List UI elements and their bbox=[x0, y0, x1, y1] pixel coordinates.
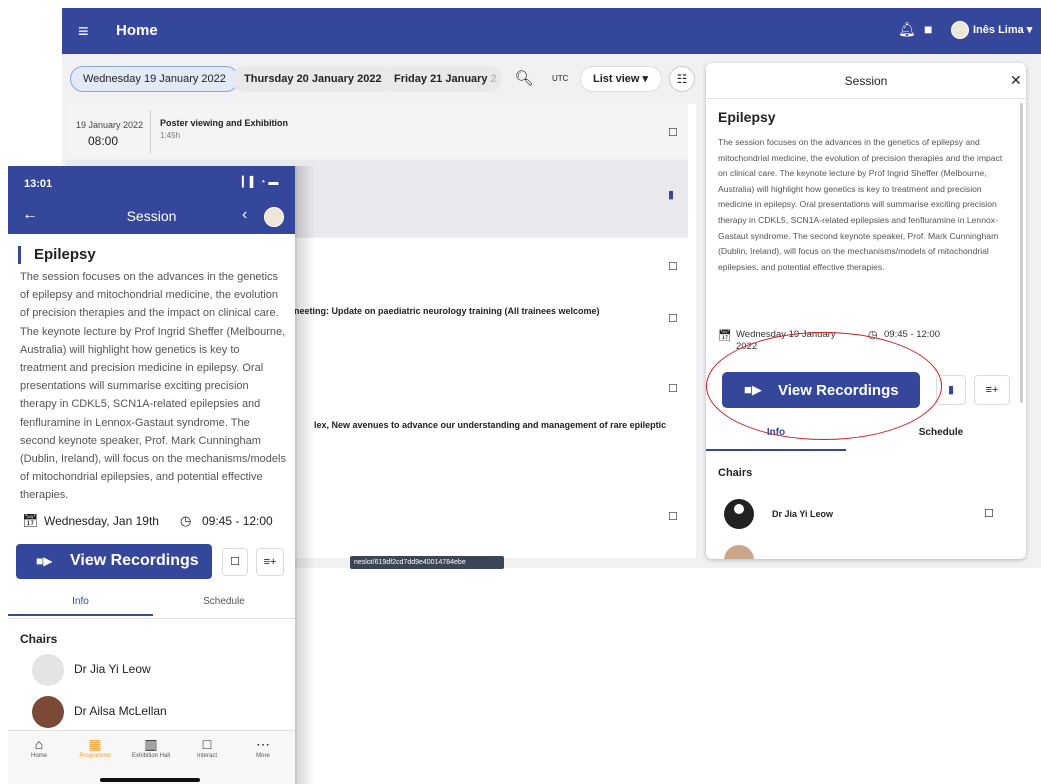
tab-schedule[interactable]: Schedule bbox=[153, 588, 295, 616]
panel-header: Session ✕ bbox=[706, 63, 1026, 99]
share-icon[interactable]: ‹ bbox=[242, 206, 247, 224]
composite-screenshot: ≡ Home 🔔︎ ■ Inês Lima ▾ Wednesday 19 Jan… bbox=[0, 0, 1041, 784]
chairs-heading: Chairs bbox=[20, 632, 58, 646]
date-tab-fri-label: Friday 21 January bbox=[394, 73, 488, 85]
avatar bbox=[32, 696, 64, 728]
chair-name: Dr Jia Yi Leow bbox=[74, 662, 151, 676]
programme-icon: ▦ bbox=[88, 736, 102, 752]
scrollbar[interactable] bbox=[1020, 103, 1023, 403]
avatar bbox=[724, 499, 754, 529]
filter-icon[interactable]: ☷ bbox=[669, 66, 695, 92]
phone-screen: 13:01 ▎▌ ◔ ▬ ← Session ‹ Epilepsy The se… bbox=[8, 166, 295, 784]
nav-title: Session bbox=[126, 208, 177, 224]
tab-info[interactable]: Info bbox=[8, 588, 153, 616]
row-time: 08:00 bbox=[88, 134, 119, 148]
queue-add-icon[interactable]: ≡+ bbox=[256, 548, 284, 576]
tab-more[interactable]: ⋯ More bbox=[234, 735, 292, 759]
chair-name: Dr Jia Yi Leow bbox=[772, 509, 834, 519]
session-title: Epilepsy bbox=[34, 246, 96, 263]
title-accent-bar bbox=[18, 246, 21, 264]
tab-label: Interact bbox=[196, 753, 217, 759]
phone-shadow bbox=[295, 166, 315, 784]
tab-exhibition[interactable]: ▥ Exhibition Hall bbox=[122, 735, 180, 759]
date-tab-fri[interactable]: Friday 21 January 2 bbox=[382, 66, 502, 92]
clock-icon: ◷ bbox=[180, 513, 192, 528]
close-icon[interactable]: ✕ bbox=[1010, 72, 1022, 89]
bookmark-icon[interactable]: ☐ bbox=[668, 382, 678, 395]
home-indicator bbox=[100, 778, 200, 782]
bookmark-icon[interactable]: ☐ bbox=[668, 510, 678, 523]
date-tab-fri-fade: 2 bbox=[490, 73, 497, 85]
annotation-circle bbox=[706, 332, 942, 440]
bookmark-icon[interactable]: ☐ bbox=[222, 548, 248, 576]
row-duration: 1:45h bbox=[160, 131, 181, 140]
page-title: Home bbox=[116, 22, 158, 39]
bookmark-icon[interactable]: ☐ bbox=[984, 507, 994, 520]
top-app-bar: ≡ Home 🔔︎ ■ Inês Lima ▾ bbox=[62, 8, 1041, 54]
divider bbox=[8, 618, 295, 619]
calendar-icon: 📅︎ bbox=[718, 330, 732, 342]
tab-programme[interactable]: ▦ Programme bbox=[66, 735, 124, 759]
row-date: 19 January 2022 bbox=[76, 120, 144, 130]
chat-icon[interactable]: ■ bbox=[924, 21, 932, 37]
session-date: Wednesday, Jan 19th bbox=[44, 514, 159, 528]
url-tooltip: neslot/619df2cd7dd9e40014784ebe bbox=[350, 556, 504, 569]
date-selector: Wednesday 19 January 2022 Thursday 20 Ja… bbox=[62, 54, 702, 104]
tab-home[interactable]: ⌂ Home bbox=[10, 735, 68, 759]
list-view-select[interactable]: List view ▾ bbox=[580, 66, 662, 92]
home-icon: ⌂ bbox=[34, 736, 44, 752]
bookmark-icon[interactable]: ☐ bbox=[668, 126, 678, 139]
bell-icon[interactable]: 🔔︎ bbox=[898, 21, 916, 38]
avatar bbox=[32, 654, 64, 686]
timezone-label: UTC bbox=[552, 74, 569, 83]
menu-icon[interactable]: ≡ bbox=[78, 21, 98, 41]
session-time: 09:45 - 12:00 bbox=[202, 514, 273, 528]
signal-icon: ▎▌ ◔ ▬ bbox=[242, 177, 279, 188]
calendar-icon: 📅︎ bbox=[22, 513, 39, 528]
status-time: 13:01 bbox=[24, 178, 53, 190]
chair-name: Dr Ailsa McLellan bbox=[74, 704, 167, 718]
session-panel: Session ✕ Epilepsy The session focuses o… bbox=[706, 63, 1026, 559]
tab-label: Exhibition Hall bbox=[131, 753, 171, 759]
more-icon: ⋯ bbox=[256, 736, 270, 752]
session-title: Epilepsy bbox=[718, 109, 776, 125]
bookmark-icon[interactable]: ▮ bbox=[668, 188, 674, 201]
session-description: The session focuses on the advances in t… bbox=[20, 271, 286, 502]
search-icon[interactable]: 🔍︎ bbox=[511, 66, 537, 92]
tab-label: Programme bbox=[79, 753, 111, 759]
avatar[interactable] bbox=[264, 207, 284, 227]
exhibition-icon: ▥ bbox=[144, 736, 158, 752]
session-description: The session focuses on the advances in t… bbox=[718, 137, 1003, 272]
row-title: Poster viewing and Exhibition bbox=[160, 118, 289, 128]
date-tab-thu[interactable]: Thursday 20 January 2022 bbox=[232, 66, 394, 92]
queue-add-icon[interactable]: ≡+ bbox=[974, 375, 1010, 405]
date-tab-wed[interactable]: Wednesday 19 January 2022 bbox=[70, 66, 239, 92]
divider bbox=[150, 110, 151, 154]
view-recordings-button[interactable]: ■▶ View Recordings bbox=[16, 544, 212, 579]
bookmark-icon[interactable]: ☐ bbox=[668, 260, 678, 273]
list-item[interactable]: 19 January 2022 08:00 Poster viewing and… bbox=[66, 104, 688, 160]
tab-label: Home bbox=[30, 753, 47, 759]
chairs-heading: Chairs bbox=[718, 467, 753, 479]
row-title: neeting: Update on paediatric neurology … bbox=[294, 306, 600, 316]
panel-title: Session bbox=[844, 74, 888, 88]
row-title: lex, New avenues to advance our understa… bbox=[314, 420, 667, 430]
bottom-tab-bar: ⌂ Home ▦ Programme ▥ Exhibition Hall □ Inter… bbox=[8, 730, 295, 784]
bookmark-icon[interactable]: ☐ bbox=[668, 312, 678, 325]
avatar bbox=[724, 545, 754, 559]
tab-interact[interactable]: □ Interact bbox=[178, 735, 236, 759]
tab-label: More bbox=[256, 753, 270, 759]
status-bar: 13:01 ▎▌ ◔ ▬ bbox=[8, 166, 295, 200]
avatar[interactable] bbox=[951, 21, 969, 39]
nav-bar: ← Session ‹ bbox=[8, 200, 295, 234]
video-icon: ■▶ bbox=[36, 554, 53, 568]
session-time: 09:45 - 12:00 bbox=[884, 329, 940, 340]
view-recordings-label: View Recordings bbox=[70, 552, 199, 569]
user-menu[interactable]: Inês Lima ▾ bbox=[973, 23, 1032, 36]
interact-icon: □ bbox=[202, 736, 212, 752]
